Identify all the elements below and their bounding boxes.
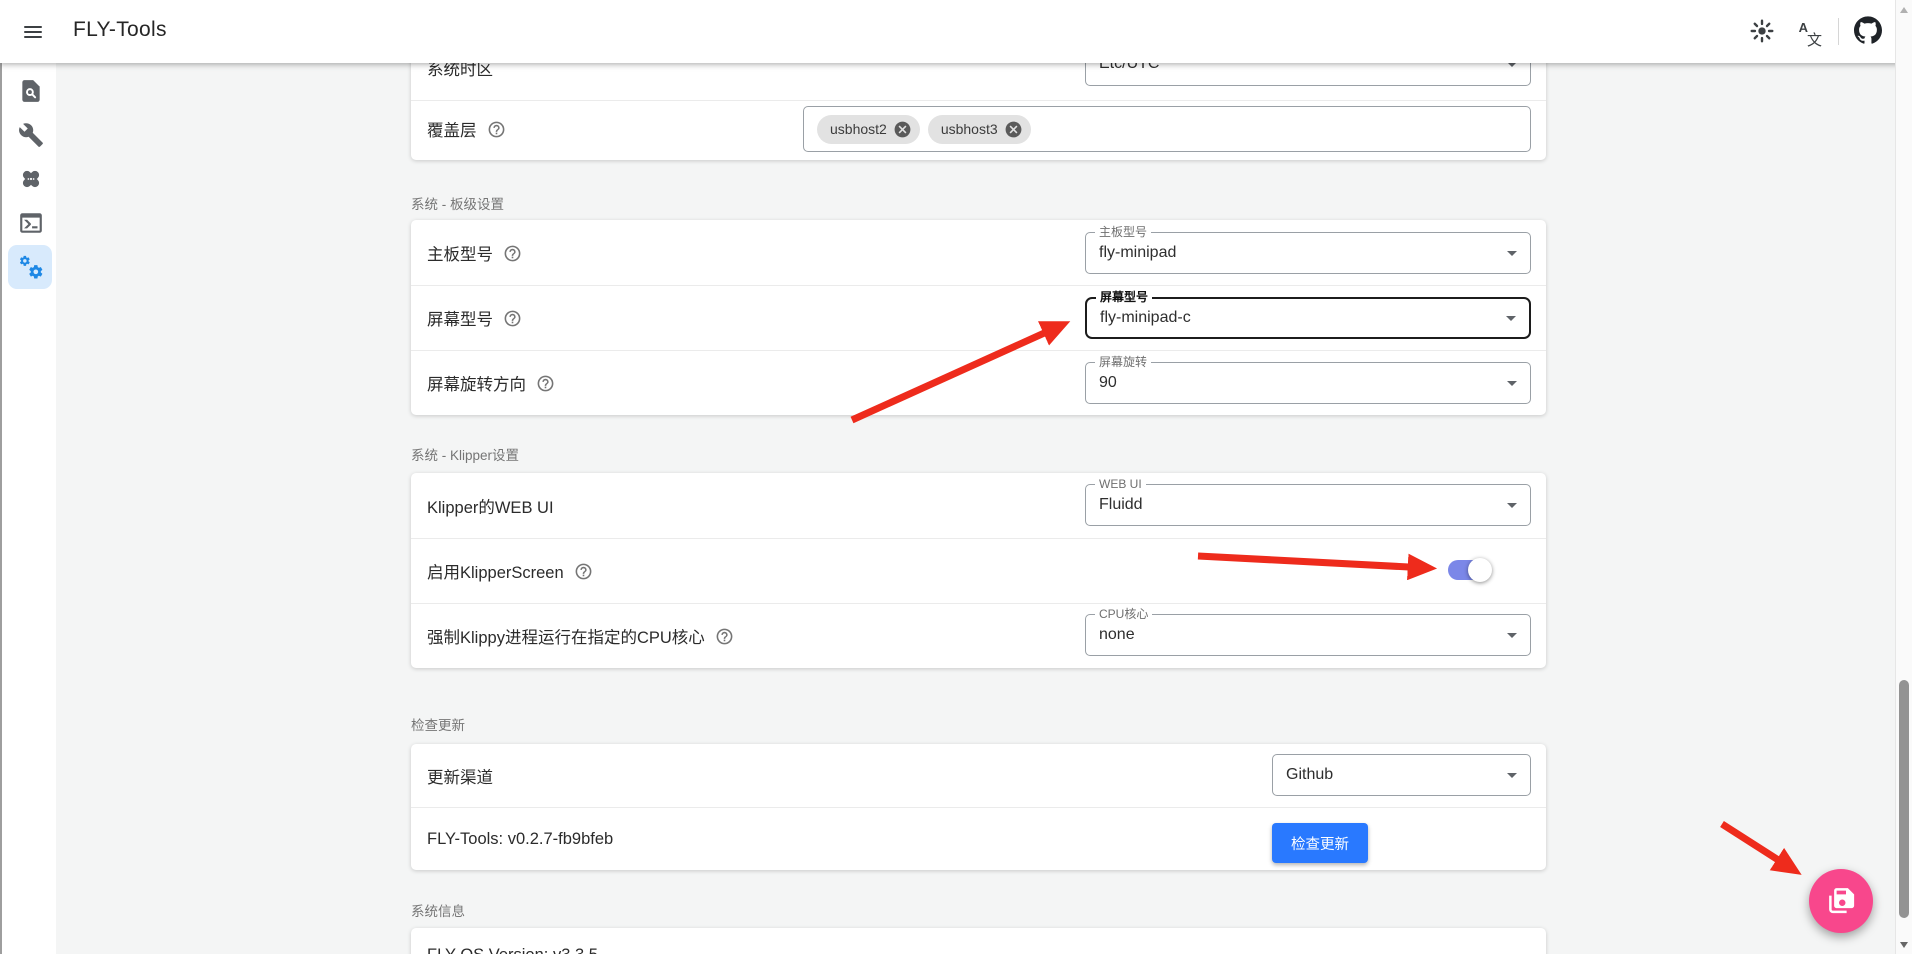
divider — [411, 285, 1546, 286]
chevron-down-icon — [1507, 381, 1517, 386]
screen-select-value: fly-minipad-c — [1100, 309, 1191, 326]
sidebar — [0, 63, 56, 954]
mainboard-row-label: 主板型号 — [427, 242, 522, 264]
screen-select[interactable]: 屏幕型号 fly-minipad-c — [1085, 290, 1531, 339]
channel-label: 更新渠道 — [427, 769, 493, 787]
divider — [411, 603, 1546, 604]
webui-label: Klipper的WEB UI — [427, 499, 554, 517]
card-system-info: FLY OS Version: v3.3.5 — [411, 928, 1546, 954]
bandage-cross-icon — [22, 170, 40, 188]
help-icon[interactable] — [536, 374, 555, 393]
app-title: FLY-Tools — [73, 18, 167, 41]
cpu-select-value: none — [1099, 626, 1135, 643]
mainboard-select-value: fly-minipad — [1099, 244, 1177, 261]
scroll-down-arrow-icon[interactable] — [1900, 942, 1908, 948]
klipperscreen-row-label: 启用KlipperScreen — [427, 560, 593, 582]
cpu-select-label: CPU核心 — [1095, 607, 1153, 622]
app-bar: FLY-Tools 文A — [0, 0, 1912, 63]
help-icon[interactable] — [715, 627, 734, 646]
arrow-to-fab — [1720, 821, 1802, 875]
section-title-board: 系统 - 板级设置 — [411, 197, 504, 212]
divider — [411, 538, 1546, 539]
sidebar-item-terminal[interactable] — [18, 210, 44, 236]
section-title-sysinfo: 系统信息 — [411, 904, 465, 919]
card-klipper-settings: Klipper的WEB UI WEB UI Fluidd 启用KlipperSc… — [411, 473, 1546, 668]
channel-select[interactable]: Github — [1272, 754, 1531, 796]
divider — [411, 807, 1546, 808]
chevron-down-icon — [1507, 773, 1517, 778]
card-check-update: 更新渠道 Github FLY-Tools: v0.2.7-fb9bfeb 检查… — [411, 744, 1546, 870]
chevron-down-icon — [1507, 633, 1517, 638]
overlay-row-label: 覆盖层 — [427, 118, 506, 140]
rotation-select-value: 90 — [1099, 374, 1117, 391]
screen-row-label: 屏幕型号 — [427, 307, 522, 329]
rotation-row-label: 屏幕旋转方向 — [427, 372, 555, 394]
divider — [411, 100, 1546, 101]
section-title-klipper: 系统 - Klipper设置 — [411, 448, 520, 463]
github-icon[interactable] — [1853, 16, 1883, 46]
tools-version-text: FLY-Tools: v0.2.7-fb9bfeb — [427, 829, 614, 848]
save-all-fab[interactable] — [1809, 869, 1873, 933]
os-version-row-label: FLY OS Version: v3.3.5 — [427, 944, 598, 954]
console-icon — [20, 213, 42, 233]
overlay-label: 覆盖层 — [427, 122, 477, 140]
sidebar-item-tools[interactable] — [18, 122, 44, 148]
rotation-select-label: 屏幕旋转 — [1095, 355, 1152, 370]
save-icon — [1829, 887, 1855, 913]
chip-label: usbhost3 — [940, 121, 998, 137]
rotation-label: 屏幕旋转方向 — [427, 376, 526, 394]
version-row-label: FLY-Tools: v0.2.7-fb9bfeb — [427, 828, 613, 850]
klipperscreen-label: 启用KlipperScreen — [427, 564, 564, 582]
help-icon[interactable] — [487, 120, 506, 139]
overlay-chip: usbhost3 — [927, 114, 1031, 144]
mainboard-select[interactable]: 主板型号 fly-minipad — [1085, 225, 1531, 274]
channel-select-value: Github — [1286, 766, 1334, 783]
webui-select-value: Fluidd — [1099, 496, 1143, 513]
klipperscreen-toggle[interactable] — [1448, 558, 1492, 582]
mainboard-select-label: 主板型号 — [1095, 225, 1152, 240]
screen-label: 屏幕型号 — [427, 311, 493, 329]
fly-tools-settings-page: 系统时区 Etc/UTC 覆盖层 usbhost2 usbhost3 系统 - … — [0, 0, 1912, 954]
scroll-up-arrow-icon[interactable] — [1900, 7, 1908, 13]
webui-select-label: WEB UI — [1095, 477, 1146, 492]
chip-close-icon[interactable] — [893, 120, 912, 139]
help-icon[interactable] — [574, 562, 593, 581]
overlay-multiselect[interactable]: usbhost2 usbhost3 — [803, 106, 1531, 152]
sidebar-item-plugins[interactable] — [18, 166, 44, 192]
chip-close-icon[interactable] — [1004, 120, 1023, 139]
scrollbar-thumb[interactable] — [1899, 680, 1909, 918]
mainboard-label: 主板型号 — [427, 246, 493, 264]
gears-icon — [19, 255, 43, 279]
cpu-select[interactable]: CPU核心 none — [1085, 607, 1531, 656]
brightness-icon[interactable] — [1747, 17, 1777, 47]
sidebar-item-settings[interactable] — [18, 254, 44, 280]
sidebar-item-file-search[interactable] — [18, 78, 44, 104]
translate-icon[interactable]: 文A — [1792, 17, 1822, 49]
appbar-divider — [1838, 18, 1839, 45]
menu-icon[interactable] — [21, 20, 45, 44]
file-search-icon — [22, 80, 40, 102]
channel-row-label: 更新渠道 — [427, 765, 493, 787]
section-title-update: 检查更新 — [411, 718, 465, 733]
webui-select[interactable]: WEB UI Fluidd — [1085, 477, 1531, 526]
chevron-down-icon — [1506, 316, 1516, 321]
divider — [411, 350, 1546, 351]
wrench-icon — [19, 123, 43, 147]
webui-row-label: Klipper的WEB UI — [427, 495, 554, 517]
overlay-chip: usbhost2 — [817, 114, 920, 144]
os-version-text: FLY OS Version: v3.3.5 — [427, 946, 598, 954]
chevron-down-icon — [1507, 503, 1517, 508]
rotation-select[interactable]: 屏幕旋转 90 — [1085, 355, 1531, 404]
toggle-thumb — [1468, 558, 1492, 582]
chevron-down-icon — [1507, 251, 1517, 256]
cpu-row-label: 强制Klippy进程运行在指定的CPU核心 — [427, 625, 734, 647]
chip-label: usbhost2 — [830, 121, 887, 137]
scrollbar[interactable] — [1895, 0, 1912, 954]
screen-select-label: 屏幕型号 — [1096, 290, 1153, 305]
help-icon[interactable] — [503, 309, 522, 328]
cpu-label: 强制Klippy进程运行在指定的CPU核心 — [427, 629, 705, 647]
card-board-settings: 主板型号 主板型号 fly-minipad 屏幕型号 屏幕型号 fly-mini… — [411, 220, 1546, 415]
check-update-button[interactable]: 检查更新 — [1272, 823, 1368, 863]
help-icon[interactable] — [503, 244, 522, 263]
